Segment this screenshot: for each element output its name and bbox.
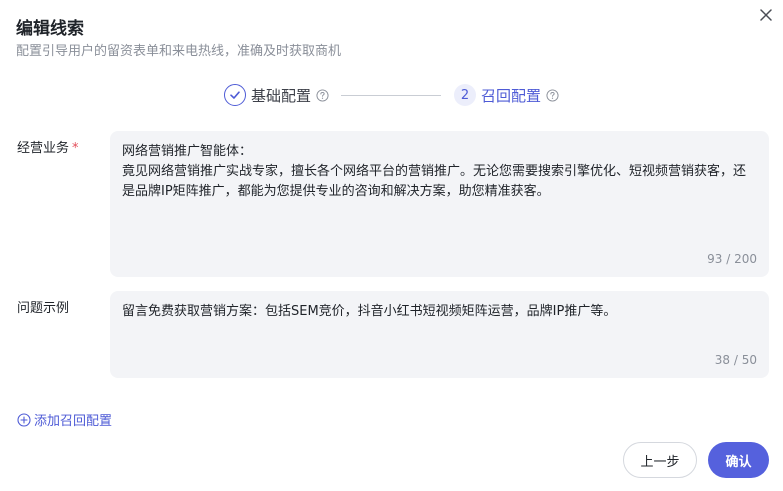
add-recall-label: 添加召回配置 xyxy=(34,414,113,429)
example-label: 问题示例 xyxy=(17,301,70,316)
step-basic-label[interactable]: 基础配置 xyxy=(251,85,311,106)
business-label-text: 经营业务 xyxy=(17,141,70,156)
business-textarea[interactable]: 网络营销推广智能体： 竟见网络营销推广实战专家，擅长各个网络平台的营销推广。无论… xyxy=(110,131,769,277)
prev-step-button[interactable]: 上一步 xyxy=(623,442,697,478)
step-recall-label[interactable]: 召回配置 xyxy=(481,85,541,106)
plus-circle-icon xyxy=(17,412,31,427)
business-char-counter: 93 / 200 xyxy=(707,252,757,266)
step-number: 2 xyxy=(454,84,477,106)
example-textarea[interactable]: 留言免费获取营销方案：包括SEM竞价，抖音小红书短视频矩阵运营，品牌IP推广等。… xyxy=(110,291,769,378)
add-recall-config-link[interactable]: 添加召回配置 xyxy=(17,410,112,429)
step-indicator: 基础配置 2 召回配置 xyxy=(224,83,559,107)
question-circle-icon[interactable] xyxy=(546,88,559,102)
business-label: 经营业务 * xyxy=(17,137,79,156)
business-text: 网络营销推广智能体： 竟见网络营销推广实战专家，擅长各个网络平台的营销推广。无论… xyxy=(122,144,747,199)
check-icon xyxy=(224,84,246,106)
dialog-title: 编辑线索 xyxy=(16,19,84,39)
dialog-subtitle: 配置引导用户的留资表单和来电热线，准确及时获取商机 xyxy=(16,44,342,59)
step-connector xyxy=(341,94,442,96)
example-char-counter: 38 / 50 xyxy=(714,353,757,367)
question-circle-icon[interactable] xyxy=(316,88,329,102)
example-text: 留言免费获取营销方案：包括SEM竞价，抖音小红书短视频矩阵运营，品牌IP推广等。 xyxy=(122,304,617,319)
required-mark: * xyxy=(72,141,79,156)
confirm-button[interactable]: 确认 xyxy=(708,442,769,478)
close-icon[interactable] xyxy=(757,6,775,24)
